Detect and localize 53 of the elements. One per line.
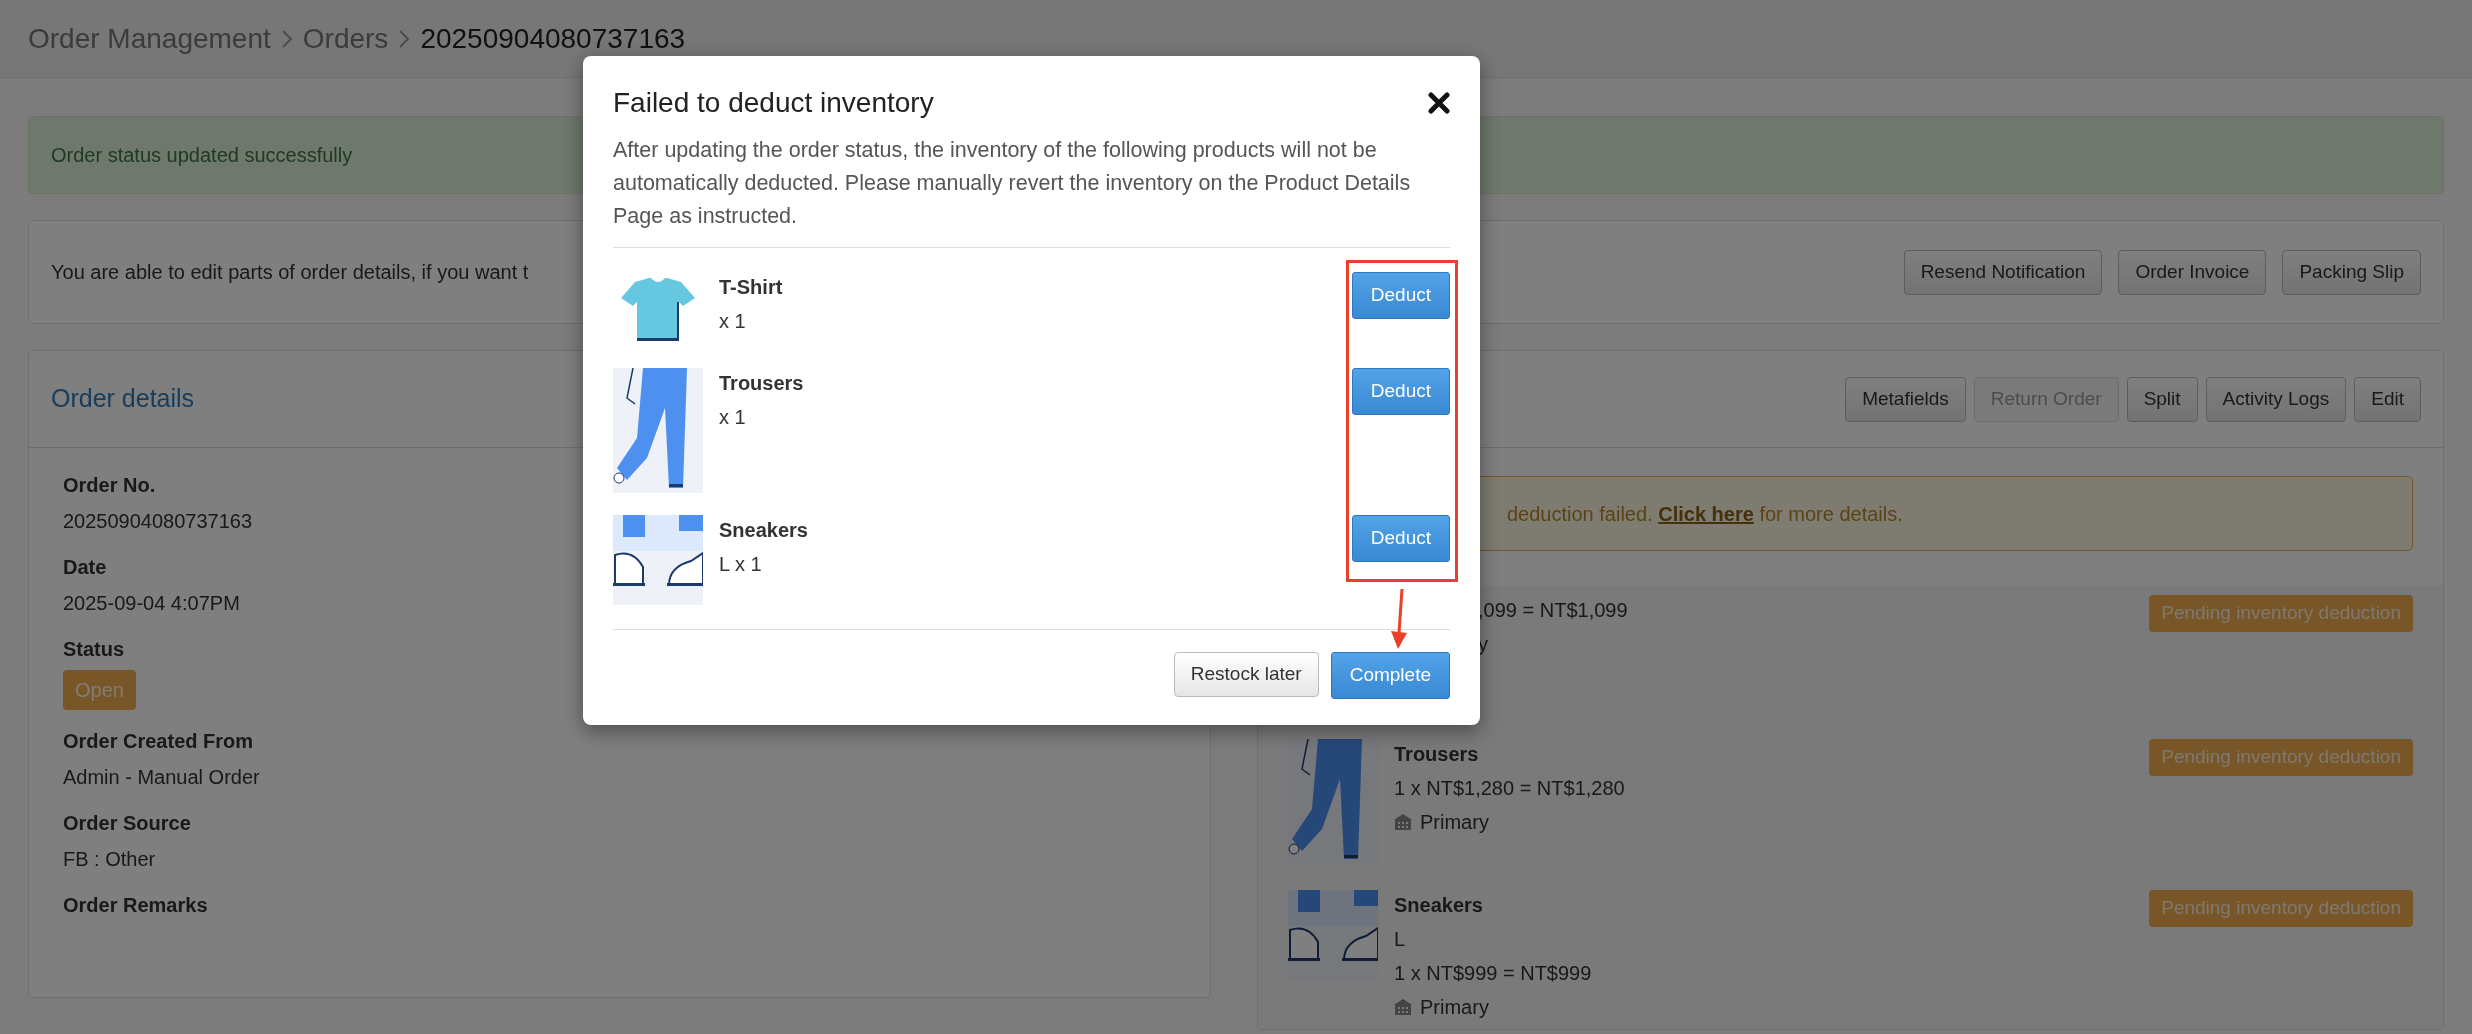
toolbar-button[interactable]: Edit <box>2354 376 2421 422</box>
field-label: Order No. <box>63 473 156 498</box>
warehouse-icon <box>1394 813 1412 831</box>
variant-text: L <box>1394 927 1407 952</box>
price-text: 1 x NT$1,280 = NT$1,280 <box>1394 776 1625 801</box>
field-label: Order Source <box>63 811 191 836</box>
restock-button[interactable]: Restock later <box>1173 652 1319 697</box>
breadcrumb-item[interactable]: Order Management <box>28 17 271 60</box>
field-value: FB : Other <box>63 847 156 872</box>
field-value: 2025-09-04 4:07PM <box>63 591 240 616</box>
chevron-icon <box>398 28 411 49</box>
chevron-icon <box>280 28 293 49</box>
warehouse-text: Primary <box>1420 995 1489 1020</box>
status-badge: Open <box>63 670 136 710</box>
action-button[interactable]: Order Invoice <box>2118 249 2267 295</box>
annotation-arrow <box>1389 589 1409 649</box>
card-title: Order details <box>51 383 195 415</box>
warning-message: deduction failed. Click here for more details. <box>1507 501 1903 527</box>
breadcrumb-item[interactable]: Orders <box>302 17 389 60</box>
field-label: Order Created From <box>63 729 254 754</box>
price-text: ,099 = NT$1,099 <box>1478 598 1628 623</box>
complete-button[interactable]: Complete <box>1330 652 1450 699</box>
quantity-text: x 1 <box>719 309 747 334</box>
deduct-button[interactable]: Deduct <box>1351 272 1450 319</box>
product-name: T-Shirt <box>719 275 783 300</box>
status-badge: Pending inventory deduction <box>2149 595 2413 632</box>
toolbar-button[interactable]: Split <box>2126 376 2198 422</box>
quantity-text: x 1 <box>719 405 747 430</box>
notice-text: You are able to edit parts of order details, if you want t <box>51 260 529 285</box>
action-button[interactable]: Resend Notification <box>1903 249 2103 295</box>
price-text: 1 x NT$999 = NT$999 <box>1394 961 1592 986</box>
field-label: Status <box>63 637 125 662</box>
field-value: Admin - Manual Order <box>63 765 260 790</box>
product-name: Sneakers <box>719 518 808 543</box>
product-name: Sneakers <box>1394 893 1484 918</box>
status-badge: Pending inventory deduction <box>2149 739 2413 776</box>
quantity-text: L x 1 <box>719 552 763 577</box>
product-name: Trousers <box>719 371 804 396</box>
field-label: Order Remarks <box>63 893 208 918</box>
deduct-button[interactable]: Deduct <box>1351 515 1450 562</box>
deduct-button[interactable]: Deduct <box>1351 368 1450 415</box>
close-icon[interactable] <box>1428 92 1450 114</box>
toolbar-button[interactable]: Metafields <box>1845 376 1966 422</box>
breadcrumb-item: 20250904080737163 <box>420 21 686 56</box>
toolbar-button[interactable]: Activity Logs <box>2205 376 2347 422</box>
status-badge: Pending inventory deduction <box>2149 890 2413 927</box>
warehouse-icon <box>1394 998 1412 1016</box>
product-name: Trousers <box>1394 742 1480 767</box>
action-button[interactable]: Packing Slip <box>2282 249 2421 295</box>
field-label: Date <box>63 555 107 580</box>
warehouse-text: Primary <box>1420 810 1489 835</box>
field-value: 20250904080737163 <box>63 509 253 534</box>
details-link[interactable]: Click here <box>1658 502 1754 525</box>
